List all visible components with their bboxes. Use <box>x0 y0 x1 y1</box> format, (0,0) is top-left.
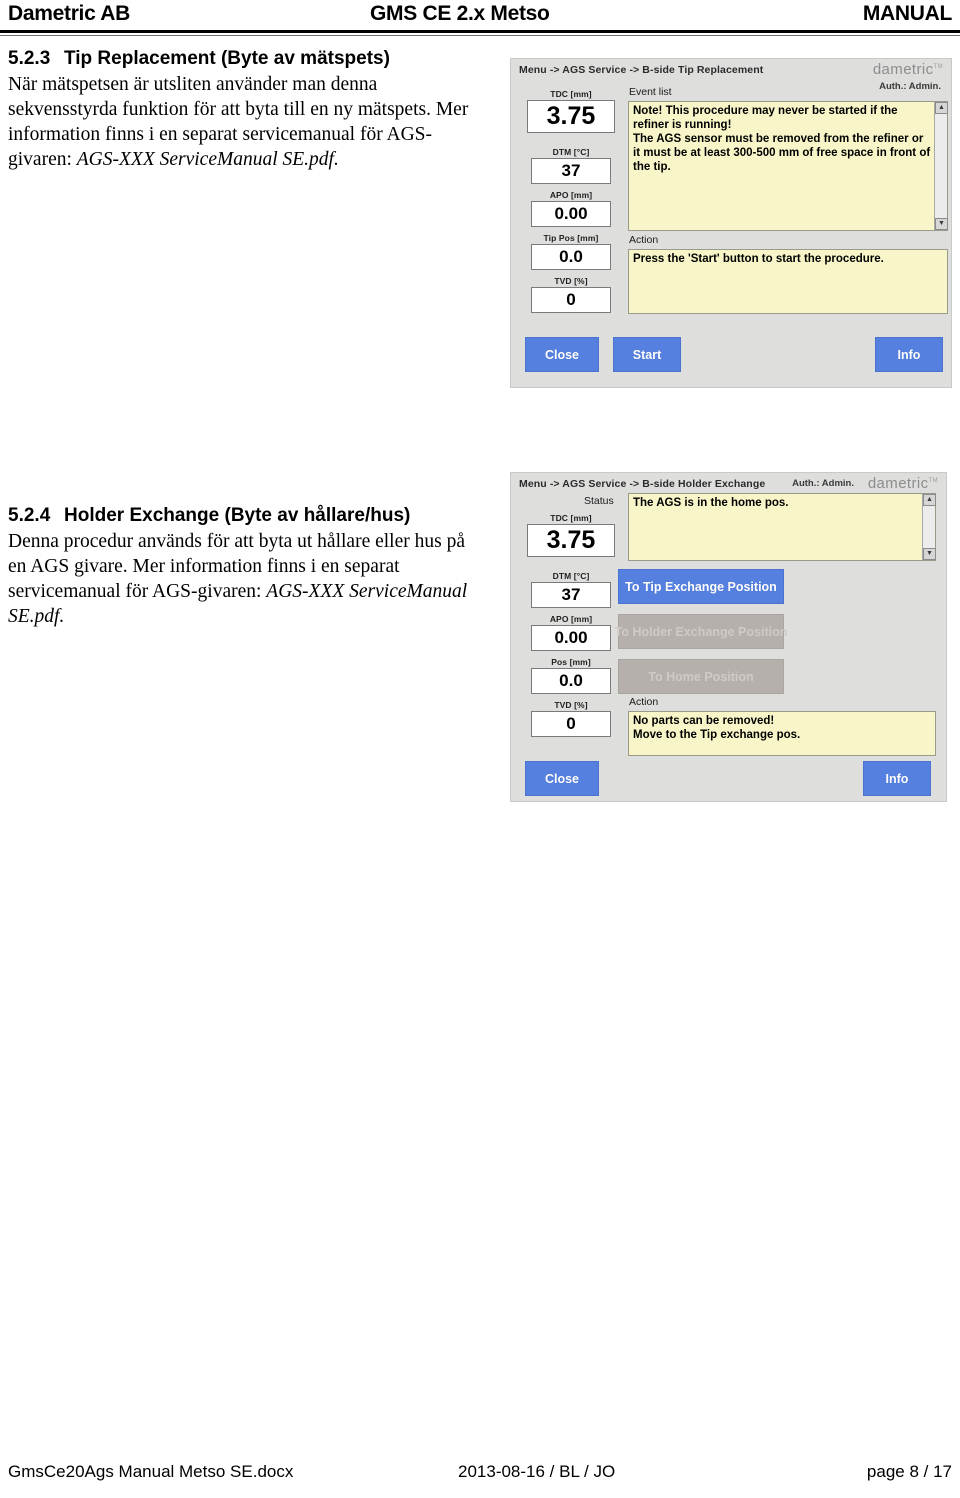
section-body-523: När mätspetsen är utsliten använder man … <box>8 72 488 172</box>
footer-page: page 8 / 17 <box>866 1462 952 1481</box>
readout-pos-label: Pos [mm] <box>551 657 591 667</box>
readout-tip-pos-label: Tip Pos [mm] <box>543 233 599 243</box>
hmi-breadcrumb: Menu -> AGS Service -> B-side Holder Exc… <box>519 478 766 490</box>
readout-dtm-label: DTM [°C] <box>552 147 590 157</box>
brand-text: dametric <box>872 61 934 78</box>
close-button[interactable]: Close <box>525 337 599 372</box>
header-product: GMS CE 2.x Metso <box>370 2 550 25</box>
scroll-down-icon[interactable]: ▼ <box>935 218 948 230</box>
readout-tdc-value: 3.75 <box>527 524 615 557</box>
section-body-524: Denna procedur används för att byta ut h… <box>8 529 488 629</box>
header-rule-thick <box>0 30 960 33</box>
readout-tvd-label: TVD [%] <box>554 700 588 710</box>
readout-apo-value: 0.00 <box>531 201 611 227</box>
readout-tvd-value: 0 <box>531 287 611 313</box>
status-textarea: The AGS is in the home pos. <box>628 493 936 561</box>
readout-tvd-value: 0 <box>531 711 611 737</box>
readout-apo-label: APO [mm] <box>549 190 593 200</box>
close-button[interactable]: Close <box>525 761 599 796</box>
readout-dtm: DTM [°C] 37 <box>531 147 611 184</box>
footer-date: 2013-08-16 / BL / JO <box>458 1462 616 1481</box>
section-number-524: 5.2.4 <box>8 505 51 526</box>
section-heading-524: 5.2.4 Holder Exchange (Byte av hållare/hu… <box>8 505 488 527</box>
action-textarea: No parts can be removed! Move to the Tip… <box>628 711 936 756</box>
trademark-icon: TM <box>928 478 938 484</box>
readout-tvd: TVD [%] 0 <box>531 700 611 737</box>
dametric-logo: dametricTM <box>873 61 943 78</box>
dametric-logo: dametricTM <box>868 475 938 492</box>
header-company: Dametric AB <box>8 2 130 25</box>
scroll-up-icon[interactable]: ▲ <box>923 494 936 506</box>
readout-tdc-value: 3.75 <box>527 100 615 133</box>
status-scrollbar[interactable]: ▲ ▼ <box>922 494 936 560</box>
header-rule-thin <box>0 35 960 36</box>
readout-apo: APO [mm] 0.00 <box>531 614 611 651</box>
readout-dtm-value: 37 <box>531 582 611 608</box>
scroll-up-icon[interactable]: ▲ <box>935 102 948 114</box>
readout-tdc: TDC [mm] 3.75 <box>527 513 615 557</box>
event-list-scrollbar[interactable]: ▲ ▼ <box>934 102 948 230</box>
footer-filename: GmsCe20Ags Manual Metso SE.docx <box>8 1462 294 1481</box>
readout-pos-value: 0.0 <box>531 668 611 694</box>
readout-tvd: TVD [%] 0 <box>531 276 611 313</box>
hmi-screenshot-holder-exchange: Menu -> AGS Service -> B-side Holder Exc… <box>510 472 947 802</box>
info-button[interactable]: Info <box>875 337 943 372</box>
auth-label: Auth.: Admin. <box>792 478 854 489</box>
readout-apo-label: APO [mm] <box>549 614 593 624</box>
to-home-position-button[interactable]: To Home Position <box>618 659 784 694</box>
header-doctype: MANUAL <box>862 2 952 25</box>
readout-dtm-label: DTM [°C] <box>552 571 590 581</box>
page-header: Dametric AB GMS CE 2.x Metso MANUAL <box>0 0 960 34</box>
hmi-screenshot-tip-replacement: Menu -> AGS Service -> B-side Tip Replac… <box>510 58 952 388</box>
section-reference-523: AGS-XXX ServiceManual SE.pdf. <box>76 149 339 170</box>
readout-tdc: TDC [mm] 3.75 <box>527 89 615 133</box>
action-textarea: Press the 'Start' button to start the pr… <box>628 249 948 314</box>
section-title-524: Holder Exchange (Byte av hållare/hus) <box>64 505 411 526</box>
to-tip-exchange-position-button[interactable]: To Tip Exchange Position <box>618 569 784 604</box>
page-footer: GmsCe20Ags Manual Metso SE.docx 2013-08-… <box>0 1462 960 1490</box>
action-label: Action <box>629 234 659 246</box>
section-number-523: 5.2.3 <box>8 48 51 69</box>
section-tip-replacement: 5.2.3 Tip Replacement (Byte av mätspets) … <box>8 48 488 172</box>
section-holder-exchange: 5.2.4 Holder Exchange (Byte av hållare/hu… <box>8 505 488 629</box>
to-holder-exchange-position-button[interactable]: To Holder Exchange Position <box>615 614 787 649</box>
trademark-icon: TM <box>933 64 943 70</box>
hmi-breadcrumb: Menu -> AGS Service -> B-side Tip Replac… <box>519 64 764 76</box>
readout-dtm-value: 37 <box>531 158 611 184</box>
readout-apo-value: 0.00 <box>531 625 611 651</box>
readout-tip-pos: Tip Pos [mm] 0.0 <box>531 233 611 270</box>
action-label: Action <box>629 696 659 708</box>
brand-text: dametric <box>867 475 929 492</box>
section-heading-523: 5.2.3 Tip Replacement (Byte av mätspets) <box>8 48 488 70</box>
readout-tip-pos-value: 0.0 <box>531 244 611 270</box>
auth-label: Auth.: Admin. <box>879 81 941 92</box>
event-list-label: Event list <box>629 86 672 98</box>
scroll-down-icon[interactable]: ▼ <box>923 548 936 560</box>
info-button[interactable]: Info <box>863 761 931 796</box>
readout-dtm: DTM [°C] 37 <box>531 571 611 608</box>
readout-tdc-label: TDC [mm] <box>550 89 592 99</box>
readout-apo: APO [mm] 0.00 <box>531 190 611 227</box>
status-label: Status <box>584 495 614 507</box>
section-title-523: Tip Replacement (Byte av mätspets) <box>64 48 390 69</box>
readout-pos: Pos [mm] 0.0 <box>531 657 611 694</box>
start-button[interactable]: Start <box>613 337 681 372</box>
readout-tdc-label: TDC [mm] <box>550 513 592 523</box>
event-list-textarea: Note! This procedure may never be starte… <box>628 101 948 231</box>
readout-tvd-label: TVD [%] <box>554 276 588 286</box>
